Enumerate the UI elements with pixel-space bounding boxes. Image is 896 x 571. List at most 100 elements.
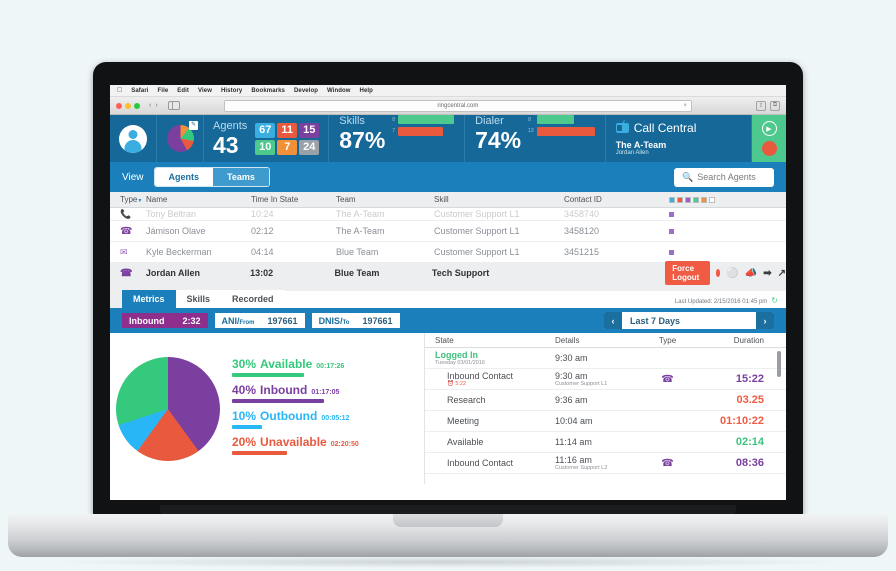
- activity-state: Meeting: [447, 416, 480, 426]
- filter-chip-inbound[interactable]: Inbound 2:32: [122, 313, 208, 328]
- table-row-selected[interactable]: ☎ Jordan Allen 13:02 Blue Team Tech Supp…: [110, 261, 786, 285]
- activity-row[interactable]: Available 11:14 am 02:14: [425, 432, 786, 453]
- edit-icon[interactable]: ✎: [189, 121, 198, 130]
- tab-metrics[interactable]: Metrics: [122, 290, 176, 308]
- menu-item-window[interactable]: Window: [327, 88, 351, 94]
- range-value[interactable]: Last 7 Days: [622, 316, 756, 326]
- activity-duration: 01:10:22: [719, 415, 764, 427]
- show-tabs-icon[interactable]: ⧉: [770, 100, 780, 111]
- menu-item-bookmarks[interactable]: Bookmarks: [251, 88, 285, 94]
- legend-bar: [232, 372, 304, 377]
- skills-stat-widget[interactable]: Skills 87% 8 7: [329, 115, 466, 162]
- skills-value: 87%: [339, 127, 386, 153]
- column-contact-id[interactable]: Contact ID: [564, 195, 669, 204]
- column-type[interactable]: Type▼: [110, 195, 146, 204]
- address-bar[interactable]: ringcentral.com ×: [223, 99, 692, 112]
- column-type-label: Type: [120, 195, 138, 204]
- minimize-icon[interactable]: [125, 102, 131, 109]
- record-icon[interactable]: [715, 269, 721, 277]
- metrics-content: 30% Available 00:17:26 40% Inbound 01:17…: [110, 333, 786, 484]
- activity-state-sub: Tuesday 03/01/2016: [435, 360, 485, 366]
- force-logout-button[interactable]: Force Logout: [665, 261, 710, 285]
- swatch-4: [701, 196, 707, 203]
- menu-item-edit[interactable]: Edit: [177, 88, 189, 94]
- legend-item-unavailable[interactable]: 20% Unavailable 02:20:50: [232, 435, 359, 455]
- record-button[interactable]: [761, 141, 777, 156]
- play-button[interactable]: ▶: [761, 121, 777, 136]
- agents-cell-4[interactable]: 7: [277, 139, 298, 155]
- activity-row[interactable]: Research 9:36 am 03.25: [425, 390, 786, 411]
- dialer-stat-widget[interactable]: Dialer 74% 8 13: [465, 115, 606, 162]
- activity-row[interactable]: Logged In Tuesday 03/01/2016 9:30 am: [425, 348, 786, 369]
- agents-cell-0[interactable]: 67: [255, 122, 276, 138]
- tab-recorded[interactable]: Recorded: [221, 290, 285, 308]
- apple-icon[interactable]: : [117, 87, 122, 94]
- table-row[interactable]: ☎ Jámison Olave 02:12 The A-Team Custome…: [110, 221, 786, 242]
- legend-time: 00:17:26: [316, 362, 345, 370]
- activity-row[interactable]: Inbound Contact 11:16 am Customer Suppor…: [425, 453, 786, 474]
- menu-item-file[interactable]: File: [158, 88, 169, 94]
- megaphone-icon[interactable]: 📣: [745, 268, 757, 279]
- transfer-icon[interactable]: ➡: [763, 268, 771, 279]
- agents-cell-5[interactable]: 24: [299, 139, 320, 155]
- activity-scrollbar[interactable]: [777, 351, 781, 377]
- sort-desc-icon[interactable]: ▼: [137, 198, 142, 204]
- activity-duration: 08:36: [735, 457, 764, 469]
- table-row[interactable]: ✉ Kyle Beckerman 04:14 Blue Team Custome…: [110, 242, 786, 263]
- activity-details: 9:30 am: [555, 371, 588, 381]
- tab-skills[interactable]: Skills: [175, 290, 222, 308]
- legend-item-available[interactable]: 30% Available 00:17:26: [232, 357, 359, 377]
- column-duration[interactable]: Duration: [695, 336, 786, 345]
- user-avatar[interactable]: [110, 115, 157, 162]
- share-icon[interactable]: ⇧: [756, 100, 766, 111]
- call-central-widget[interactable]: Call Central The A-Team Jordan Allen: [606, 115, 752, 162]
- activity-row[interactable]: Meeting 10:04 am 01:10:22: [425, 411, 786, 432]
- close-icon[interactable]: [116, 102, 122, 109]
- menu-item-safari[interactable]: Safari: [131, 88, 148, 94]
- view-toggle-agents[interactable]: Agents: [154, 168, 214, 186]
- column-details[interactable]: Details: [555, 336, 640, 345]
- column-time-in-state[interactable]: Time In State: [251, 195, 336, 204]
- sidebar-toggle-icon[interactable]: [167, 101, 180, 110]
- agent-skill: Customer Support L1: [434, 209, 520, 219]
- table-row[interactable]: 📞 Tony Beltran 10:24 The A-Team Customer…: [110, 208, 786, 221]
- view-toggle-teams[interactable]: Teams: [213, 168, 269, 186]
- search-agents-input[interactable]: 🔍 Search Agents: [674, 167, 774, 187]
- agents-cell-3[interactable]: 10: [255, 139, 276, 155]
- agents-status-grid: 67 11 15 10 7 24: [255, 122, 320, 155]
- column-state[interactable]: State: [425, 336, 555, 345]
- forward-icon[interactable]: ›: [155, 102, 157, 109]
- column-name[interactable]: Name: [146, 195, 251, 204]
- menu-item-help[interactable]: Help: [360, 88, 373, 94]
- filter-chip-ani[interactable]: ANI/From 197661: [214, 313, 305, 328]
- column-team[interactable]: Team: [336, 195, 434, 204]
- summary-pie-widget[interactable]: ✎: [157, 115, 204, 162]
- legend-item-inbound[interactable]: 40% Inbound 01:17:05: [232, 383, 359, 403]
- menu-item-develop[interactable]: Develop: [294, 88, 318, 94]
- menu-item-history[interactable]: History: [221, 88, 242, 94]
- range-next-button[interactable]: ›: [756, 312, 774, 329]
- agents-cell-2[interactable]: 15: [299, 122, 320, 138]
- menu-item-view[interactable]: View: [198, 88, 212, 94]
- stop-reload-icon[interactable]: ×: [683, 103, 687, 109]
- headset-icon[interactable]: ⚪: [726, 268, 738, 279]
- phone-icon: 📞: [120, 208, 132, 219]
- dnis-label: DNIS/: [318, 315, 343, 326]
- activity-state: Inbound Contact: [447, 458, 514, 468]
- agents-stat-widget[interactable]: Agents 43 67 11 15 10 7 24: [204, 115, 330, 162]
- pie-chart[interactable]: [116, 356, 220, 461]
- window-controls[interactable]: [116, 102, 140, 109]
- back-icon[interactable]: ‹: [149, 102, 151, 109]
- conference-icon[interactable]: ↗: [778, 268, 786, 279]
- agents-cell-1[interactable]: 11: [277, 122, 298, 138]
- agent-contact-id: 3451215: [564, 247, 600, 257]
- maximize-icon[interactable]: [134, 102, 140, 109]
- column-skill[interactable]: Skill: [434, 195, 564, 204]
- dialer-bar-1-num: 13: [528, 128, 534, 134]
- filter-chip-dnis[interactable]: DNIS/To 197661: [311, 313, 400, 328]
- column-type[interactable]: Type: [640, 336, 695, 345]
- refresh-icon[interactable]: ↻: [771, 296, 778, 305]
- activity-row[interactable]: Inbound Contact ⏰ 5:22 9:30 am Customer …: [425, 369, 786, 390]
- legend-item-outbound[interactable]: 10% Outbound 00:05:12: [232, 409, 359, 429]
- range-prev-button[interactable]: ‹: [604, 312, 622, 329]
